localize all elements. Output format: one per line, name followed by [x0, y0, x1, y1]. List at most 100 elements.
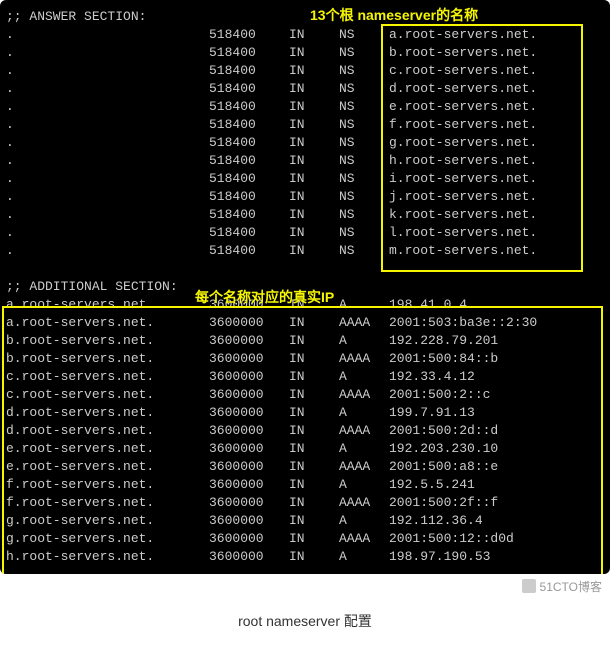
- additional-value: 199.7.91.13: [389, 404, 604, 422]
- additional-ttl: 3600000: [209, 476, 289, 494]
- additional-name: f.root-servers.net.: [6, 476, 209, 494]
- answer-class: IN: [289, 26, 339, 44]
- answer-name: .: [6, 206, 209, 224]
- additional-row: b.root-servers.net.3600000INA192.228.79.…: [6, 332, 604, 350]
- additional-row: f.root-servers.net.3600000INA192.5.5.241: [6, 476, 604, 494]
- additional-ttl: 3600000: [209, 548, 289, 566]
- additional-type: AAAA: [339, 422, 389, 440]
- additional-type: A: [339, 440, 389, 458]
- answer-class: IN: [289, 206, 339, 224]
- additional-class: IN: [289, 458, 339, 476]
- additional-ttl: 3600000: [209, 404, 289, 422]
- additional-name: h.root-servers.net.: [6, 548, 209, 566]
- additional-type: A: [339, 404, 389, 422]
- additional-value: 2001:500:a8::e: [389, 458, 604, 476]
- additional-row: f.root-servers.net.3600000INAAAA2001:500…: [6, 494, 604, 512]
- additional-class: IN: [289, 386, 339, 404]
- answer-value: k.root-servers.net.: [389, 206, 604, 224]
- additional-value: 192.5.5.241: [389, 476, 604, 494]
- additional-class: IN: [289, 530, 339, 548]
- additional-value: 2001:500:2::c: [389, 386, 604, 404]
- additional-row: g.root-servers.net.3600000INA192.112.36.…: [6, 512, 604, 530]
- answer-name: .: [6, 62, 209, 80]
- answer-name: .: [6, 44, 209, 62]
- additional-row: c.root-servers.net.3600000INA192.33.4.12: [6, 368, 604, 386]
- answer-section-header: ;; ANSWER SECTION:: [6, 8, 604, 26]
- additional-ttl: 3600000: [209, 386, 289, 404]
- additional-class: IN: [289, 440, 339, 458]
- additional-name: b.root-servers.net.: [6, 332, 209, 350]
- answer-value: a.root-servers.net.: [389, 26, 604, 44]
- answer-ttl: 518400: [209, 44, 289, 62]
- additional-value: 198.97.190.53: [389, 548, 604, 566]
- additional-value: 192.112.36.4: [389, 512, 604, 530]
- annotation-top: 13个根 nameserver的名称: [310, 6, 478, 24]
- additional-row: d.root-servers.net.3600000INA199.7.91.13: [6, 404, 604, 422]
- answer-value: j.root-servers.net.: [389, 188, 604, 206]
- answer-name: .: [6, 134, 209, 152]
- answer-type: NS: [339, 152, 389, 170]
- additional-type: A: [339, 476, 389, 494]
- additional-name: a.root-servers.net.: [6, 296, 209, 314]
- additional-name: d.root-servers.net.: [6, 422, 209, 440]
- answer-row: .518400INNSc.root-servers.net.: [6, 62, 604, 80]
- additional-row: b.root-servers.net.3600000INAAAA2001:500…: [6, 350, 604, 368]
- answer-row: .518400INNSd.root-servers.net.: [6, 80, 604, 98]
- answer-ttl: 518400: [209, 188, 289, 206]
- additional-type: A: [339, 512, 389, 530]
- additional-value: 2001:500:12::d0d: [389, 530, 604, 548]
- answer-type: NS: [339, 134, 389, 152]
- additional-name: c.root-servers.net.: [6, 386, 209, 404]
- answer-type: NS: [339, 26, 389, 44]
- additional-value: 2001:500:2d::d: [389, 422, 604, 440]
- answer-row: .518400INNSg.root-servers.net.: [6, 134, 604, 152]
- additional-row: c.root-servers.net.3600000INAAAA2001:500…: [6, 386, 604, 404]
- answer-row: .518400INNSf.root-servers.net.: [6, 116, 604, 134]
- answer-class: IN: [289, 170, 339, 188]
- answer-value: h.root-servers.net.: [389, 152, 604, 170]
- answer-class: IN: [289, 188, 339, 206]
- answer-type: NS: [339, 98, 389, 116]
- answer-ttl: 518400: [209, 224, 289, 242]
- answer-class: IN: [289, 152, 339, 170]
- answer-row: .518400INNSh.root-servers.net.: [6, 152, 604, 170]
- terminal-output[interactable]: 13个根 nameserver的名称 ;; ANSWER SECTION: .5…: [0, 0, 610, 574]
- additional-type: AAAA: [339, 494, 389, 512]
- additional-name: f.root-servers.net.: [6, 494, 209, 512]
- answer-name: .: [6, 152, 209, 170]
- additional-row: e.root-servers.net.3600000INA192.203.230…: [6, 440, 604, 458]
- answer-row: .518400INNSl.root-servers.net.: [6, 224, 604, 242]
- answer-class: IN: [289, 44, 339, 62]
- answer-class: IN: [289, 62, 339, 80]
- additional-name: e.root-servers.net.: [6, 440, 209, 458]
- additional-ttl: 3600000: [209, 440, 289, 458]
- additional-name: g.root-servers.net.: [6, 530, 209, 548]
- caption: root nameserver 配置: [0, 611, 610, 631]
- additional-class: IN: [289, 332, 339, 350]
- answer-ttl: 518400: [209, 170, 289, 188]
- answer-class: IN: [289, 98, 339, 116]
- answer-type: NS: [339, 62, 389, 80]
- watermark: 51CTO博客: [522, 578, 602, 595]
- additional-value: 192.228.79.201: [389, 332, 604, 350]
- answer-row: .518400INNSb.root-servers.net.: [6, 44, 604, 62]
- additional-class: IN: [289, 314, 339, 332]
- answer-ttl: 518400: [209, 206, 289, 224]
- additional-type: AAAA: [339, 350, 389, 368]
- answer-value: b.root-servers.net.: [389, 44, 604, 62]
- additional-ttl: 3600000: [209, 530, 289, 548]
- answer-name: .: [6, 188, 209, 206]
- additional-class: IN: [289, 350, 339, 368]
- additional-value: 198.41.0.4: [389, 296, 604, 314]
- answer-value: g.root-servers.net.: [389, 134, 604, 152]
- additional-type: A: [339, 368, 389, 386]
- answer-class: IN: [289, 116, 339, 134]
- additional-ttl: 3600000: [209, 332, 289, 350]
- additional-ttl: 3600000: [209, 422, 289, 440]
- additional-name: g.root-servers.net.: [6, 512, 209, 530]
- answer-class: IN: [289, 224, 339, 242]
- additional-type: AAAA: [339, 530, 389, 548]
- answer-section: .518400INNSa.root-servers.net..518400INN…: [6, 26, 604, 260]
- answer-name: .: [6, 80, 209, 98]
- additional-row: g.root-servers.net.3600000INAAAA2001:500…: [6, 530, 604, 548]
